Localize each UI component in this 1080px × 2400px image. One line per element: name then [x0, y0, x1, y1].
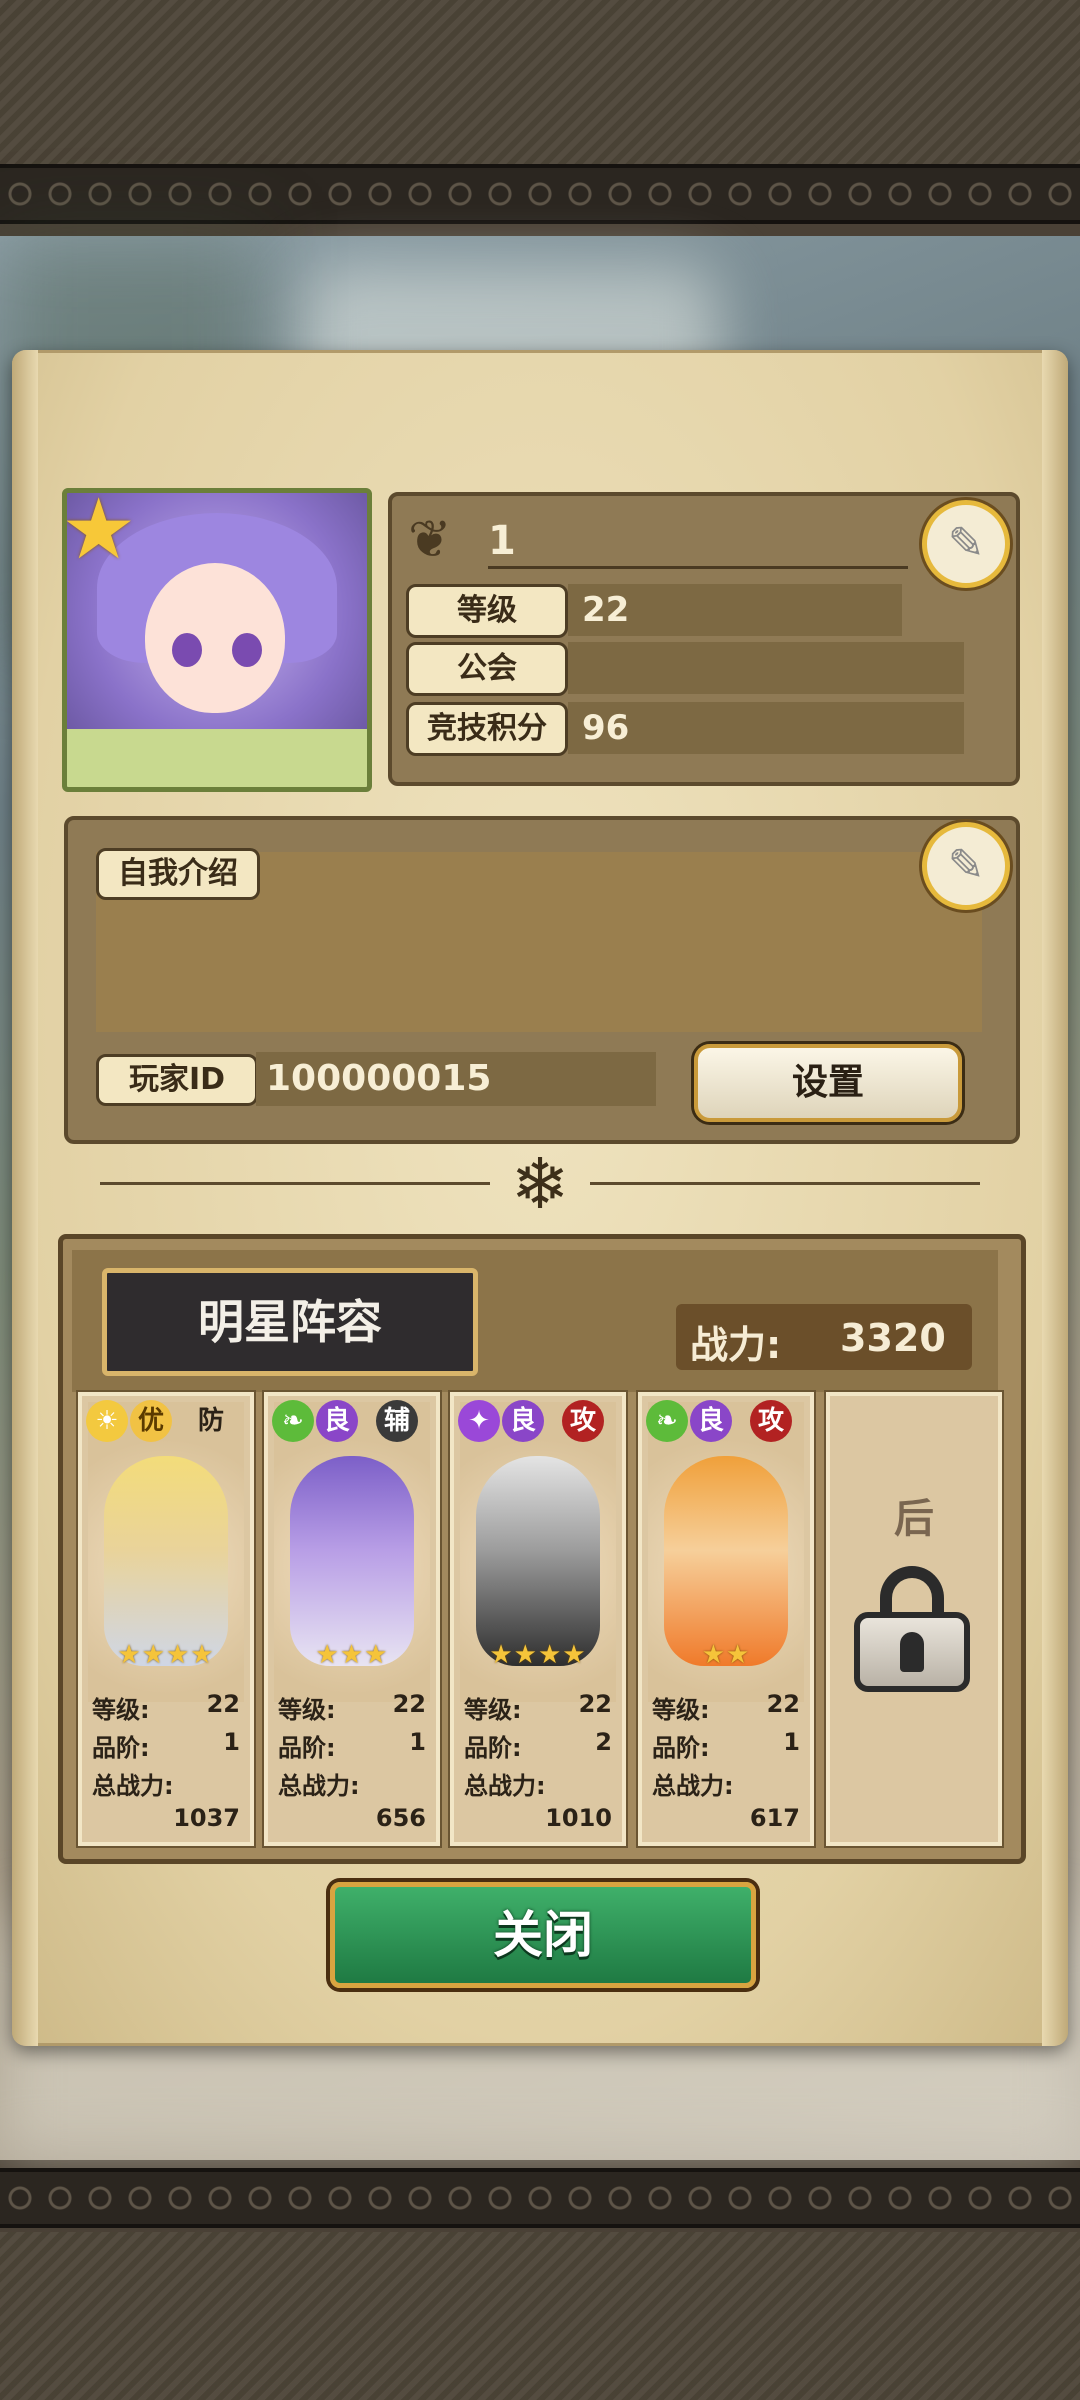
hero-power-label: 总战力: [92, 1772, 174, 1800]
level-row: 等级 22 [406, 584, 906, 638]
role-badge: 攻 [562, 1400, 604, 1442]
padlock-icon [854, 1566, 970, 1692]
hero-portrait [290, 1456, 414, 1666]
lineup-power: 战力: 3320 [676, 1304, 972, 1370]
star-rating: ★★★★ [489, 1640, 587, 1670]
ornamental-divider: ❄ [80, 1142, 1000, 1226]
scroll-curl-left [12, 350, 38, 2046]
hero-rank: 2 [595, 1728, 612, 1756]
quality-badge: 良 [316, 1400, 358, 1442]
hero-rank-label: 品阶: [652, 1734, 710, 1762]
close-button[interactable]: 关闭 [330, 1882, 756, 1988]
slot-position-label: 后 [894, 1496, 934, 1542]
hero-card-2[interactable]: ❧ 良 辅 ★★★ 等级: 22 品阶: 1 总战力: 656 [264, 1392, 440, 1846]
role-badge: 攻 [750, 1400, 792, 1442]
hero-power-label: 总战力: [278, 1772, 360, 1800]
hero-level: 22 [206, 1690, 240, 1718]
settings-button[interactable]: 设置 [694, 1044, 962, 1122]
player-id-value: 100000015 [266, 1058, 492, 1099]
swirl-ornament-icon: ❦ [408, 510, 452, 570]
quality-badge: 优 [130, 1400, 172, 1442]
hero-power: 1010 [545, 1804, 612, 1832]
quality-badge: 良 [690, 1400, 732, 1442]
hero-power: 656 [375, 1804, 426, 1832]
self-intro-label: 自我介绍 [96, 848, 260, 900]
hero-card-4[interactable]: ❧ 良 攻 ★★ 等级: 22 品阶: 1 总战力: 617 [638, 1392, 814, 1846]
bottom-wall [0, 2232, 1080, 2400]
element-icon: ✦ [458, 1400, 500, 1442]
element-icon: ☀ [86, 1400, 128, 1442]
snowflake-ornament-icon: ❄ [510, 1143, 570, 1225]
scroll-curl-right [1042, 350, 1068, 2046]
role-badge: 防 [197, 1406, 224, 1436]
role-badge: 辅 [376, 1400, 418, 1442]
quality-badge: 良 [502, 1400, 544, 1442]
locked-slot[interactable]: 后 [826, 1392, 1002, 1846]
element-icon: ❧ [272, 1400, 314, 1442]
hero-power: 1037 [173, 1804, 240, 1832]
hero-rank: 1 [223, 1728, 240, 1756]
hero-portrait [476, 1456, 600, 1666]
quill-edit-icon[interactable]: ✎ [922, 500, 1010, 588]
hero-portrait [664, 1456, 788, 1666]
hero-power-label: 总战力: [652, 1772, 734, 1800]
arena-row: 竞技积分 96 [406, 702, 966, 756]
arena-label: 竞技积分 [406, 702, 568, 756]
hero-level: 22 [578, 1690, 612, 1718]
hero-level-label: 等级: [92, 1696, 150, 1724]
star-icon: ★ [62, 488, 137, 578]
player-name-row: ❦ 1 [408, 510, 908, 574]
hero-level-label: 等级: [464, 1696, 522, 1724]
arena-value: 96 [582, 708, 630, 748]
element-icon: ❧ [646, 1400, 688, 1442]
hero-rank: 1 [783, 1728, 800, 1756]
hero-power: 617 [749, 1804, 800, 1832]
top-wall [0, 0, 1080, 164]
player-name: 1 [488, 518, 516, 564]
top-ornament-bar [0, 164, 1080, 224]
hero-level: 22 [392, 1690, 426, 1718]
hero-rank-label: 品阶: [92, 1734, 150, 1762]
lineup-title: 明星阵容 [102, 1268, 478, 1376]
player-id-label: 玩家ID [96, 1054, 258, 1106]
power-value: 3320 [840, 1316, 946, 1360]
hero-portrait [104, 1456, 228, 1666]
hero-rank-label: 品阶: [278, 1734, 336, 1762]
star-rating: ★★★★ [117, 1640, 215, 1670]
hero-level-label: 等级: [652, 1696, 710, 1724]
star-rating: ★★★ [315, 1640, 389, 1670]
level-value: 22 [582, 590, 630, 630]
hero-level-label: 等级: [278, 1696, 336, 1724]
player-id-field: 100000015 [256, 1052, 656, 1106]
hero-level: 22 [766, 1690, 800, 1718]
power-label: 战力: [690, 1323, 782, 1367]
hero-rank-label: 品阶: [464, 1734, 522, 1762]
quill-edit-icon[interactable]: ✎ [922, 822, 1010, 910]
hero-power-label: 总战力: [464, 1772, 546, 1800]
player-avatar[interactable]: ★ [62, 488, 372, 792]
hero-rank: 1 [409, 1728, 426, 1756]
level-label: 等级 [406, 584, 568, 638]
hero-card-3[interactable]: ✦ 良 攻 ★★★★ 等级: 22 品阶: 2 总战力: 1010 [450, 1392, 626, 1846]
star-rating: ★★ [701, 1640, 751, 1670]
bottom-ornament-bar [0, 2168, 1080, 2228]
hero-card-1[interactable]: ☀ 优 防 ★★★★ 等级: 22 品阶: 1 总战力: 1037 [78, 1392, 254, 1846]
guild-label: 公会 [406, 642, 568, 696]
guild-row: 公会 [406, 642, 966, 696]
